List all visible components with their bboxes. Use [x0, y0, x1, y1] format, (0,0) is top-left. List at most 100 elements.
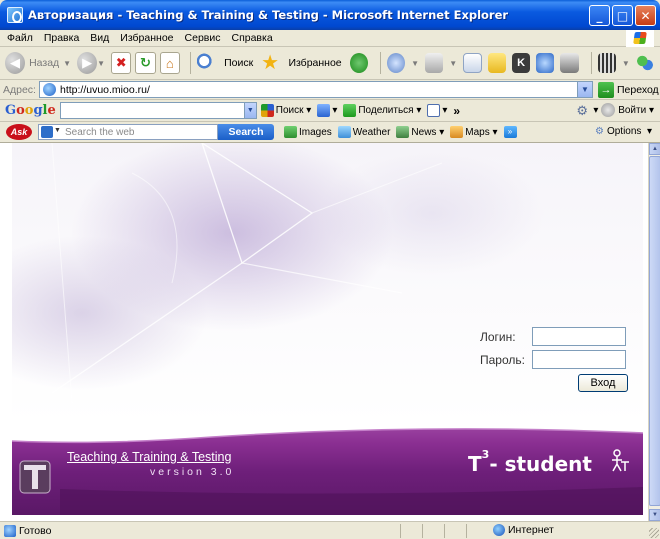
options-label[interactable]: Options	[607, 126, 641, 137]
messenger-icon[interactable]	[536, 53, 555, 73]
research-icon[interactable]	[560, 53, 579, 73]
ask-engine-dropdown-icon[interactable]: ▼	[54, 127, 61, 134]
forward-icon[interactable]: ▶	[77, 52, 98, 74]
ask-images-button[interactable]: Images	[284, 126, 332, 138]
mail-icon[interactable]	[386, 53, 406, 73]
address-dropdown-icon[interactable]: ▼	[576, 82, 592, 97]
toolbar-separator	[189, 52, 191, 74]
google-share-button[interactable]: Поделиться ▾	[343, 104, 421, 117]
scroll-down-icon[interactable]: ▼	[649, 509, 660, 521]
address-input[interactable]: http://uvuo.mioo.ru/ ▼	[38, 81, 593, 98]
internet-globe-icon	[493, 524, 505, 536]
password-label: Пароль:	[480, 352, 525, 367]
resize-grip[interactable]	[649, 528, 659, 538]
ask-weather-button[interactable]: Weather	[337, 126, 391, 138]
standard-toolbar: ◀ Назад ▼ ▶ ▼ ✖ ↻ ⌂ Поиск ★ Избранное ▼ …	[0, 47, 660, 80]
ask-logo-icon[interactable]: Ask	[6, 124, 32, 140]
share-icon	[343, 104, 357, 117]
google-search-button[interactable]: Поиск ▾	[260, 104, 311, 117]
menu-tools[interactable]: Сервис	[185, 32, 221, 44]
search-icon[interactable]	[196, 53, 216, 73]
page-done-icon	[4, 524, 16, 537]
status-cell	[466, 523, 488, 538]
signin-icon[interactable]	[601, 103, 616, 117]
address-url[interactable]: http://uvuo.mioo.ru/	[60, 84, 150, 96]
maps-label[interactable]: Maps	[465, 127, 489, 138]
k-icon[interactable]: K	[511, 53, 531, 73]
news-label[interactable]: News	[411, 127, 436, 138]
weather-label[interactable]: Weather	[353, 127, 391, 138]
ie-icon	[7, 7, 23, 23]
news-icon	[396, 126, 410, 138]
ask-placeholder: Search the web	[65, 126, 135, 138]
close-button[interactable]: ✕	[635, 5, 656, 26]
more-icon: »	[503, 126, 517, 138]
password-input[interactable]	[532, 350, 626, 369]
msn-users-icon[interactable]	[635, 53, 655, 73]
stop-icon[interactable]: ✖	[111, 52, 132, 74]
maximize-button[interactable]: □	[612, 5, 633, 26]
media-dropdown-icon[interactable]: ▼	[622, 59, 630, 68]
banner-curve	[12, 419, 643, 515]
google-search-dropdown-icon[interactable]: ▼	[244, 102, 257, 119]
edit-icon[interactable]	[463, 53, 482, 73]
ask-engine-icon[interactable]	[41, 126, 53, 138]
status-cell	[400, 523, 422, 538]
ask-search-button[interactable]: Search	[218, 124, 274, 140]
search-button[interactable]: Поиск	[224, 57, 253, 69]
go-arrow-icon[interactable]: →	[597, 81, 614, 98]
print-dropdown-icon[interactable]: ▼	[449, 59, 457, 68]
ask-more-button[interactable]: »	[503, 126, 519, 138]
page-content: Логин: Пароль: Вход Teaching & Training …	[0, 143, 648, 521]
login-input[interactable]	[532, 327, 626, 346]
signin-button[interactable]: Войти	[618, 105, 646, 116]
minimize-button[interactable]: _	[589, 5, 610, 26]
google-sidebar-button[interactable]: ▾	[427, 104, 447, 117]
print-icon[interactable]	[425, 53, 444, 73]
go-label[interactable]: Переход	[617, 84, 659, 96]
menu-favorites[interactable]: Избранное	[120, 32, 173, 44]
ask-news-button[interactable]: News ▾	[396, 126, 444, 138]
forward-dropdown-icon[interactable]: ▼	[97, 59, 105, 68]
status-cell	[444, 523, 466, 538]
weather-icon	[337, 126, 351, 138]
back-dropdown-icon[interactable]: ▼	[63, 59, 71, 68]
menu-file[interactable]: Файл	[7, 32, 33, 44]
google-toolbar: Google ▼ Поиск ▾ ▾ Поделиться ▾ ▾ » ⚙ ▾ …	[0, 100, 660, 122]
home-icon[interactable]: ⌂	[159, 52, 180, 74]
images-label[interactable]: Images	[299, 127, 332, 138]
back-icon[interactable]: ◀	[5, 52, 26, 74]
refresh-icon[interactable]: ↻	[135, 52, 156, 74]
history-icon[interactable]	[349, 53, 368, 73]
go-button[interactable]: → Переход	[597, 81, 659, 98]
menu-help[interactable]: Справка	[231, 32, 272, 44]
google-more-button[interactable]: »	[453, 104, 460, 118]
google-search-input[interactable]	[59, 102, 245, 119]
ask-maps-button[interactable]: Maps ▾	[450, 126, 498, 138]
address-label: Адрес:	[3, 83, 36, 96]
google-plus-button[interactable]: ▾	[317, 104, 337, 117]
zone-text: Интернет	[508, 524, 554, 536]
scroll-thumb[interactable]	[649, 156, 660, 506]
share-label[interactable]: Поделиться	[358, 105, 413, 116]
folder-icon[interactable]	[487, 53, 506, 73]
window-controls: _ □ ✕	[589, 5, 656, 26]
menu-edit[interactable]: Правка	[44, 32, 79, 44]
google-search-label[interactable]: Поиск	[276, 105, 304, 116]
scroll-up-icon[interactable]: ▲	[649, 143, 660, 155]
ask-search-input[interactable]: ▼ Search the web	[38, 124, 218, 140]
wrench-icon[interactable]: ⚙	[576, 103, 590, 118]
menu-view[interactable]: Вид	[90, 32, 109, 44]
login-submit-button[interactable]: Вход	[578, 374, 628, 392]
google-logo-icon: Google	[5, 103, 56, 118]
vertical-scrollbar[interactable]: ▲ ▼	[648, 143, 660, 521]
login-label: Логин:	[480, 329, 516, 344]
favorites-button[interactable]: Избранное	[288, 57, 341, 69]
media-icon[interactable]	[597, 53, 616, 73]
back-label[interactable]: Назад	[29, 57, 59, 69]
favorites-star-icon[interactable]: ★	[261, 53, 279, 73]
mail-dropdown-icon[interactable]: ▼	[411, 59, 419, 68]
settings-dropdown-icon[interactable]: ▾	[593, 105, 601, 116]
ask-options-button[interactable]: ⚙ Options ▾	[595, 126, 652, 137]
ask-toolbar: Ask ▼ Search the web Search Images Weath…	[0, 122, 660, 143]
